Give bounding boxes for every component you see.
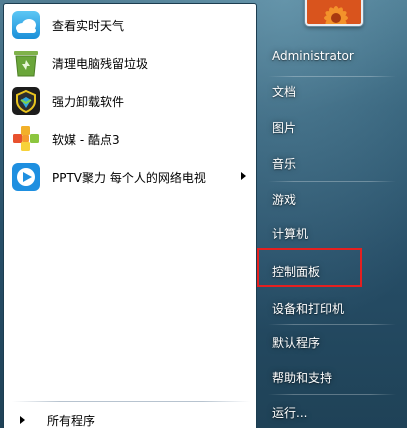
right-separator (268, 394, 396, 395)
program-label: 清理电脑残留垃圾 (52, 56, 149, 71)
all-programs-arrow-icon (20, 416, 25, 424)
right-item-administrator[interactable]: Administrator (264, 41, 400, 71)
submenu-arrow-icon[interactable] (241, 172, 246, 180)
pptv-play-icon (10, 161, 42, 193)
right-item-help-support[interactable]: 帮助和支持 (264, 362, 400, 392)
program-item-weather[interactable]: 查看实时天气 (8, 7, 252, 43)
pinned-programs-panel: 查看实时天气 清理电脑残留垃圾 强力卸载软件 软媒 - 酷点3 PPTV聚力 每… (3, 3, 257, 428)
program-label: 软媒 - 酷点3 (52, 132, 120, 147)
cubes-icon (10, 123, 42, 155)
all-programs-button[interactable]: 所有程序 (8, 408, 252, 428)
program-item-uninstaller[interactable]: 强力卸载软件 (8, 83, 252, 119)
program-label: 强力卸载软件 (52, 94, 125, 109)
program-item-kudian[interactable]: 软媒 - 酷点3 (8, 121, 252, 157)
right-item-documents[interactable]: 文档 (264, 76, 400, 106)
right-item-label: 计算机 (272, 226, 309, 241)
right-item-label: Administrator (272, 49, 354, 63)
right-item-default-programs[interactable]: 默认程序 (264, 327, 400, 357)
right-item-label: 音乐 (272, 156, 297, 171)
recycle-bin-icon (10, 47, 42, 79)
all-programs-label: 所有程序 (47, 413, 96, 428)
weather-cloud-icon (10, 9, 42, 41)
right-item-run[interactable]: 运行... (264, 397, 400, 427)
flower-user-picture-icon (307, 0, 361, 24)
program-label: PPTV聚力 每个人的网络电视 (52, 170, 206, 185)
program-item-cleaner[interactable]: 清理电脑残留垃圾 (8, 45, 252, 81)
right-item-label: 文档 (272, 84, 297, 99)
user-picture[interactable] (305, 0, 363, 26)
right-item-pictures[interactable]: 图片 (264, 112, 400, 142)
right-item-label: 设备和打印机 (272, 301, 345, 316)
right-separator (268, 324, 396, 325)
highlight-box (257, 248, 362, 287)
program-label: 查看实时天气 (52, 18, 125, 33)
right-item-label: 运行... (272, 405, 308, 420)
right-item-devices-printers[interactable]: 设备和打印机 (264, 293, 400, 323)
right-item-label: 帮助和支持 (272, 370, 333, 385)
program-item-pptv[interactable]: PPTV聚力 每个人的网络电视 (8, 159, 252, 195)
right-item-computer[interactable]: 计算机 (264, 218, 400, 248)
right-item-music[interactable]: 音乐 (264, 148, 400, 178)
right-separator (268, 181, 396, 182)
right-item-label: 游戏 (272, 192, 297, 207)
start-menu: 查看实时天气 清理电脑残留垃圾 强力卸载软件 软媒 - 酷点3 PPTV聚力 每… (0, 0, 407, 428)
right-item-label: 图片 (272, 120, 297, 135)
right-item-label: 默认程序 (272, 335, 321, 350)
all-programs-divider (12, 401, 250, 402)
uninstall-shield-icon (10, 85, 42, 117)
right-item-games[interactable]: 游戏 (264, 184, 400, 214)
